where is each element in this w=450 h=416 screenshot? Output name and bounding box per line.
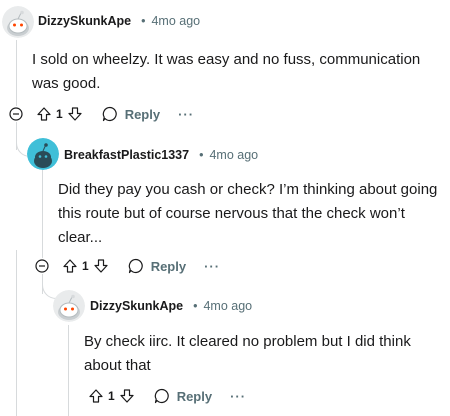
comment-actions: 1 Reply ··· (62, 255, 220, 277)
comment-body: I sold on wheelzy. It was easy and no fu… (32, 51, 421, 92)
downvote-button[interactable] (93, 258, 109, 274)
reply-button[interactable]: Reply (127, 257, 186, 275)
downvote-button[interactable] (119, 388, 135, 404)
reply-button[interactable]: Reply (101, 105, 160, 123)
user-avatar[interactable] (27, 138, 59, 170)
comment-bubble-icon (102, 106, 117, 122)
thread-line-1 (16, 40, 17, 106)
comment-body: By check iirc. It cleared no problem but… (84, 333, 411, 374)
reply-label: Reply (124, 106, 161, 122)
vote-count: 1 (108, 389, 115, 403)
comment-author[interactable]: BreakfastPlastic1337 (64, 148, 189, 162)
more-options-button[interactable]: ··· (204, 259, 220, 274)
downvote-button[interactable] (67, 106, 83, 122)
comment-bubble-icon (154, 388, 169, 404)
user-avatar[interactable] (2, 6, 34, 38)
reply-label: Reply (176, 388, 213, 404)
comment-time[interactable]: 4mo ago (151, 14, 200, 28)
reply-label: Reply (150, 258, 187, 274)
comment-author[interactable]: DizzySkunkApe (38, 14, 131, 28)
thread-line-3 (68, 325, 69, 416)
upvote-button[interactable] (88, 388, 104, 404)
downvote-icon (120, 389, 134, 403)
vote-count: 1 (82, 259, 89, 273)
comment-bubble-icon (128, 258, 143, 274)
meta-separator: • (199, 148, 204, 162)
more-options-button[interactable]: ··· (178, 107, 194, 122)
upvote-icon (37, 107, 51, 121)
thread-line-1c (16, 250, 17, 416)
downvote-icon (68, 107, 82, 121)
comment-body: Did they pay you cash or check? I’m thin… (58, 181, 438, 246)
reply-button[interactable]: Reply (153, 387, 212, 405)
snoo-avatar-icon (53, 290, 85, 322)
comment-actions: 1 Reply ··· (88, 385, 246, 407)
snoo-avatar-icon (2, 6, 34, 38)
collapse-thread-icon (9, 107, 23, 121)
upvote-icon (89, 389, 103, 403)
more-options-button[interactable]: ··· (230, 389, 246, 404)
vote-count: 1 (56, 107, 63, 121)
comment-actions: 1 Reply ··· (36, 103, 194, 125)
collapse-thread-icon (35, 259, 49, 273)
upvote-button[interactable] (62, 258, 78, 274)
comment-author[interactable]: DizzySkunkApe (90, 299, 183, 313)
collapse-thread-button[interactable] (35, 259, 49, 273)
comment-time[interactable]: 4mo ago (203, 299, 252, 313)
meta-separator: • (141, 14, 146, 28)
downvote-icon (94, 259, 108, 273)
upvote-icon (63, 259, 77, 273)
snoo-avatar-icon (27, 138, 59, 170)
meta-separator: • (193, 299, 198, 313)
thread-line-2 (42, 170, 43, 258)
collapse-thread-button[interactable] (9, 107, 23, 121)
user-avatar[interactable] (53, 290, 85, 322)
comment-time[interactable]: 4mo ago (209, 148, 258, 162)
upvote-button[interactable] (36, 106, 52, 122)
